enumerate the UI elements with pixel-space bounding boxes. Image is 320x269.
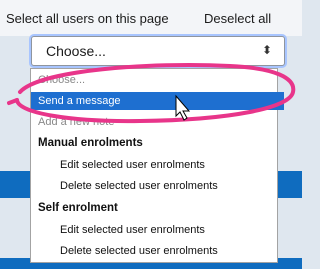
option-edit-self-enrolments[interactable]: Edit selected user enrolments — [31, 221, 306, 239]
optgroup-manual-enrolments: Manual enrolments — [38, 137, 143, 149]
select-all-users-link[interactable]: Select all users on this page — [6, 11, 169, 26]
option-add-a-new-note[interactable]: Add a new note — [31, 113, 284, 131]
action-dropdown-list: Choose... Send a message Add a new note … — [30, 68, 284, 263]
deselect-all-link[interactable]: Deselect all — [204, 11, 271, 26]
option-choose[interactable]: Choose... — [31, 71, 284, 89]
option-delete-self-enrolments[interactable]: Delete selected user enrolments — [31, 242, 306, 260]
select-caret-icon: ⬍ — [261, 43, 272, 57]
annotation-tail — [7, 98, 19, 105]
option-delete-manual-enrolments[interactable]: Delete selected user enrolments — [31, 177, 306, 195]
optgroup-self-enrolment: Self enrolment — [38, 202, 118, 214]
option-send-a-message[interactable]: Send a message — [31, 92, 284, 110]
bulk-actions-bar: Select all users on this page Deselect a… — [0, 0, 302, 36]
select-current-value: Choose... — [46, 43, 106, 59]
option-edit-manual-enrolments[interactable]: Edit selected user enrolments — [31, 156, 306, 174]
with-selected-users-select[interactable]: Choose... ⬍ — [31, 36, 285, 66]
